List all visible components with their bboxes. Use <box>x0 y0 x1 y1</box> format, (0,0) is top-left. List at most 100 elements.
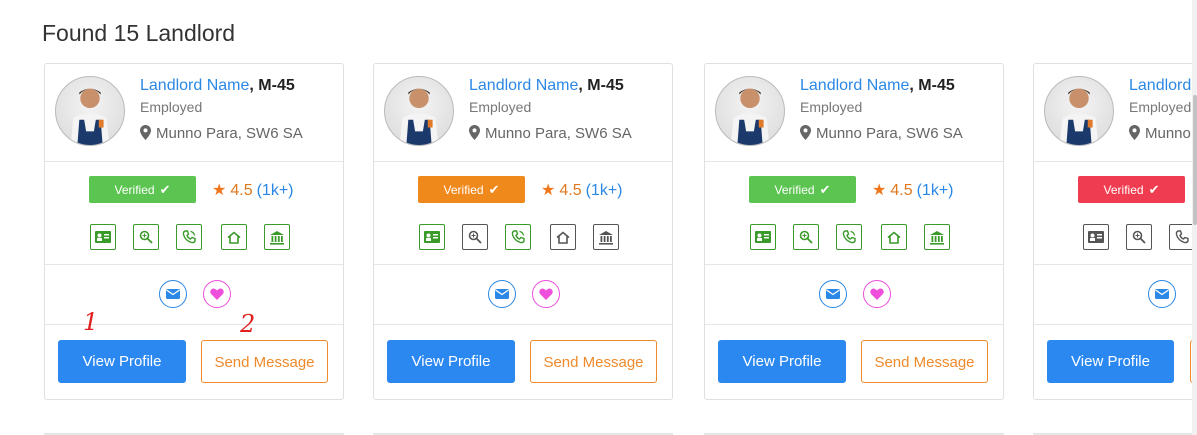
card-header: Landlord Name, M-45 Employed Munno Para,… <box>45 64 343 162</box>
landlord-name-line: Landlord Name, M-45 <box>140 77 295 95</box>
rating: ★ 4.5 (1k+) <box>541 180 623 200</box>
phone-icon[interactable] <box>836 224 862 250</box>
phone-icon[interactable] <box>505 224 531 250</box>
employment-status: Employed <box>800 99 863 115</box>
star-icon: ★ <box>872 182 887 199</box>
email-icon[interactable] <box>488 280 516 308</box>
card-verification: Verified ✔ ★ 4.5 (1k+) <box>705 161 1003 265</box>
check-icon: ✔ <box>819 182 831 197</box>
check-icon: ✔ <box>488 182 500 197</box>
landlord-grid: Landlord Name, M-45 Employed Munno Para,… <box>0 0 1197 435</box>
heart-icon[interactable] <box>863 280 891 308</box>
rating: ★ 4.5 (1k+) <box>872 180 954 200</box>
id-card-icon[interactable] <box>90 224 116 250</box>
location-text: Munno Para, SW6 SA <box>156 125 303 142</box>
card-verification: Verified ✔ ★ 4.5 (1k+) <box>45 161 343 265</box>
send-message-button[interactable]: Send Message <box>530 340 657 383</box>
scrollbar-thumb[interactable] <box>1193 95 1197 225</box>
card-verification: Verified ✔ ★ 4.5 (1k+) <box>374 161 672 265</box>
annotation-2: 2 <box>240 310 256 338</box>
email-icon[interactable] <box>1148 280 1176 308</box>
review-count[interactable]: (1k+) <box>257 182 294 199</box>
map-pin-icon <box>1129 125 1140 140</box>
card-contact <box>705 264 1003 325</box>
id-card-icon[interactable] <box>419 224 445 250</box>
search-icon[interactable] <box>133 224 159 250</box>
rating-value: 4.5 <box>230 182 253 199</box>
search-icon[interactable] <box>793 224 819 250</box>
send-message-button[interactable]: Send Message <box>861 340 988 383</box>
landlord-name-link[interactable]: Landlord Name <box>140 77 249 94</box>
bank-icon[interactable] <box>593 224 619 250</box>
avatar[interactable] <box>1044 76 1114 146</box>
landlord-code: , M-45 <box>909 77 955 94</box>
landlord-card: Landlord Name, M-45 Employed Munno Para,… <box>704 63 1004 400</box>
employment-status: Employed <box>469 99 532 115</box>
card-header: Landlord Employed Munno <box>1034 64 1197 162</box>
avatar[interactable] <box>55 76 125 146</box>
phone-icon[interactable] <box>176 224 202 250</box>
landlord-name-link[interactable]: Landlord Name <box>469 77 578 94</box>
home-icon[interactable] <box>550 224 576 250</box>
landlord-code: , M-45 <box>578 77 624 94</box>
verified-label: Verified <box>443 183 484 197</box>
view-profile-button[interactable]: View Profile <box>718 340 846 383</box>
landlord-name-link[interactable]: Landlord Name <box>800 77 909 94</box>
avatar-image <box>1059 88 1099 145</box>
landlord-name-line: Landlord <box>1129 77 1191 95</box>
landlord-card: Landlord Employed Munno Verified ✔ View P… <box>1033 63 1197 400</box>
landlord-name-link[interactable]: Landlord <box>1129 77 1191 94</box>
heart-icon[interactable] <box>532 280 560 308</box>
avatar-image <box>70 88 110 145</box>
search-icon[interactable] <box>462 224 488 250</box>
id-card-icon[interactable] <box>1083 224 1109 250</box>
verified-label: Verified <box>1103 183 1144 197</box>
view-profile-button[interactable]: View Profile <box>387 340 515 383</box>
verified-badge: Verified ✔ <box>1078 176 1185 203</box>
location: Munno Para, SW6 SA <box>469 125 632 142</box>
avatar[interactable] <box>715 76 785 146</box>
heart-icon[interactable] <box>203 280 231 308</box>
location: Munno Para, SW6 SA <box>140 125 303 142</box>
verified-badge: Verified ✔ <box>89 176 196 203</box>
card-contact <box>1034 264 1197 325</box>
map-pin-icon <box>800 125 811 140</box>
email-icon[interactable] <box>159 280 187 308</box>
email-icon[interactable] <box>819 280 847 308</box>
bank-icon[interactable] <box>264 224 290 250</box>
star-icon: ★ <box>541 182 556 199</box>
location-text: Munno Para, SW6 SA <box>816 125 963 142</box>
id-card-icon[interactable] <box>750 224 776 250</box>
verified-badge: Verified ✔ <box>418 176 525 203</box>
landlord-name-line: Landlord Name, M-45 <box>469 77 624 95</box>
landlord-name-line: Landlord Name, M-45 <box>800 77 955 95</box>
review-count[interactable]: (1k+) <box>917 182 954 199</box>
location-text: Munno <box>1145 125 1191 142</box>
avatar-image <box>399 88 439 145</box>
review-count[interactable]: (1k+) <box>586 182 623 199</box>
view-profile-button[interactable]: View Profile <box>58 340 186 383</box>
annotation-1: 1 <box>83 308 99 336</box>
star-icon: ★ <box>212 182 227 199</box>
rating-value: 4.5 <box>559 182 582 199</box>
landlord-card: Landlord Name, M-45 Employed Munno Para,… <box>44 63 344 400</box>
check-icon: ✔ <box>1148 182 1160 197</box>
bank-icon[interactable] <box>924 224 950 250</box>
location-text: Munno Para, SW6 SA <box>485 125 632 142</box>
rating-value: 4.5 <box>890 182 913 199</box>
location: Munno Para, SW6 SA <box>800 125 963 142</box>
search-icon[interactable] <box>1126 224 1152 250</box>
home-icon[interactable] <box>881 224 907 250</box>
card-verification: Verified ✔ <box>1034 161 1197 265</box>
landlord-code: , M-45 <box>249 77 295 94</box>
view-profile-button[interactable]: View Profile <box>1047 340 1174 383</box>
check-icon: ✔ <box>159 182 171 197</box>
avatar[interactable] <box>384 76 454 146</box>
send-message-button[interactable]: Send Message <box>201 340 328 383</box>
landlord-card: Landlord Name, M-45 Employed Munno Para,… <box>373 63 673 400</box>
location: Munno <box>1129 125 1191 142</box>
card-header: Landlord Name, M-45 Employed Munno Para,… <box>374 64 672 162</box>
employment-status: Employed <box>140 99 203 115</box>
verified-label: Verified <box>774 183 815 197</box>
home-icon[interactable] <box>221 224 247 250</box>
